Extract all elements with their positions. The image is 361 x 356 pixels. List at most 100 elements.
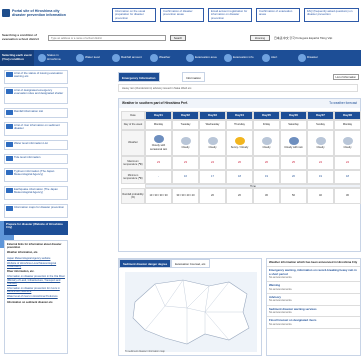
external-link[interactable]: Website of Hiroshima Local Meteorologica… (7, 262, 65, 268)
weather-min-cell: 20 (280, 170, 307, 184)
weather-min-cell: 18 (226, 170, 253, 184)
weather-day-header: Day08 (334, 111, 361, 120)
sidebar-item-rainfall[interactable]: Rainfall information List (4, 108, 68, 118)
nav-item-rainfall[interactable]: Rainfall amount (110, 50, 146, 66)
weather-max-cell: 23 (145, 156, 172, 170)
links-group-heading: Information on sediment disaster etc. (7, 300, 54, 304)
weather-forecast-link[interactable]: To weather forecast (329, 99, 357, 108)
weather-text: Cloudy (316, 145, 325, 149)
weather-pop-cell: 30 (253, 188, 280, 204)
weather-text: Cloudy with occasional rain (149, 144, 168, 151)
warning-item: Sediment disaster warning services No an… (267, 306, 360, 318)
sidebar-item-tide-level[interactable]: Tide level information (4, 154, 68, 164)
prepare-for-disaster-link[interactable]: Prepare for disaster (Website of Hiroshi… (4, 221, 68, 235)
weather-cell: Cloudy (172, 130, 199, 156)
sidebar-item-evacuation-warning[interactable]: A list of the status of issuing evacuati… (4, 70, 68, 84)
weather-day-header: Day07 (307, 111, 334, 120)
zoom-select[interactable]: Zooming (250, 35, 270, 41)
cloud-weather-icon (342, 136, 353, 145)
weather-min-cell: 16 (172, 170, 199, 184)
sidebar-item-label: Earthquake information (The Japan Meteor… (14, 187, 58, 195)
nav-item-label: Rainfall amount (121, 55, 142, 60)
search-bar: Searching a condition of evacuation scho… (0, 32, 361, 46)
list-of-information-button[interactable]: List of information (332, 74, 359, 80)
nav-item-label: Weather (159, 55, 171, 60)
weather-min-cell: 19 (253, 170, 280, 184)
sidebar-item-typhoon[interactable]: Typhoon information (The Japan Meteorolo… (4, 168, 68, 182)
sidebar-item-earthquake[interactable]: Earthquake information (The Japan Meteor… (4, 186, 68, 200)
weather-day-header: Day03 (199, 111, 226, 120)
external-link[interactable]: Information on disaster prevention for r… (7, 287, 65, 293)
map-caption-link[interactable]: To sediment disaster information map (125, 350, 165, 353)
search-button[interactable]: Search (170, 35, 186, 41)
cloud-weather-icon (207, 136, 218, 145)
nav-item-select-condition[interactable]: Selecting each event (You) condition (0, 50, 34, 66)
weather-row-label: Day of the week (121, 120, 145, 130)
weather-cell: Cloudy (334, 130, 361, 156)
weather-icon (150, 54, 158, 62)
nav-item-evacuation-area[interactable]: Evacuation area (184, 50, 220, 66)
nav-item-label: Water level (85, 55, 100, 60)
nav-item-evacuation-info[interactable]: Evacuation info (222, 50, 258, 66)
warning-item: Emergency warning, information on record… (267, 267, 360, 283)
hiroshima-map[interactable] (125, 272, 257, 352)
nav-item-label: Status in Hiroshima (47, 53, 61, 61)
shelter-icon (6, 89, 13, 94)
weather-pop-cell: 40 (307, 188, 334, 204)
warning-item: Flood forecast on designated rivers No a… (267, 317, 360, 329)
cloud-weather-icon (315, 136, 326, 145)
nav-item-label: Alert (271, 55, 278, 60)
shelter-icon (186, 54, 194, 62)
weather-dow-cell: Saturday (280, 120, 307, 130)
top-link-preparation[interactable]: Information on the usual preparation for… (112, 8, 156, 22)
weather-row-label: Minimum temperature (℃) (121, 170, 145, 184)
nav-item-label: Evacuation area (195, 55, 217, 60)
weather-day-header: Day02 (172, 111, 199, 120)
warning-status: No announcements. (269, 287, 293, 291)
weather-pop-cell: 10 / 30 / 30 / 30 (145, 188, 172, 204)
weather-text: Cloudy (181, 145, 190, 149)
weather-row: Weather Cloudy with occasional rain Cloudy… (121, 130, 361, 156)
cloud-weather-icon (180, 136, 191, 145)
search-input[interactable] (48, 35, 166, 41)
weather-dow-cell: Monday (334, 120, 361, 130)
nav-item-alert[interactable]: Alert (260, 50, 294, 66)
weather-panel: Weather in southern part of Hiroshima Pr… (118, 98, 361, 252)
sidebar-item-water-level[interactable]: Water level information List (4, 140, 68, 150)
weather-text: Cloudy (262, 145, 271, 149)
language-links[interactable]: 日本語 中文 한국 Português Español Tiếng Việt (274, 35, 332, 41)
weather-min-cell: 18 (334, 170, 361, 184)
nav-item-status[interactable]: Status in Hiroshima (36, 50, 72, 66)
emergency-alert-text[interactable]: Heavy rain (thunderstorm) advisory issue… (118, 84, 358, 92)
site-header: Portal site of Hiroshima city disaster p… (0, 0, 361, 28)
weather-row: Minimum temperature (℃) -16 17 18 19 20 19 18 (121, 170, 361, 184)
weather-panel-title: Weather in southern part of Hiroshima Pr… (119, 99, 360, 108)
site-logo[interactable]: Portal site of Hiroshima city disaster p… (2, 9, 66, 21)
external-link[interactable]: Japan Meteorological Agency website (7, 257, 65, 260)
external-link[interactable]: Information on disaster prevention in th… (7, 275, 65, 285)
nav-item-weather[interactable]: Weather (148, 50, 182, 66)
top-link-faq[interactable]: FAQ (frequently asked questions) on disa… (304, 8, 359, 22)
map-graphic (132, 279, 250, 345)
top-link-email-registration[interactable]: Email account registration for informati… (208, 8, 252, 22)
weather-cell: Cloudy (199, 130, 226, 156)
site-title: Portal site of Hiroshima city disaster p… (12, 9, 66, 17)
map-icon (38, 54, 46, 62)
sidebar-item-label: Rainfall information List (14, 109, 44, 113)
weather-pop-cell: 30 (334, 188, 361, 204)
rain-icon (112, 54, 120, 62)
tab-evacuation-counsel[interactable]: Evacuation Counsel, etc. (171, 259, 211, 268)
sidebar-item-shelters[interactable]: A list of designated emergency evacuatio… (4, 87, 68, 104)
tab-emergency-information[interactable]: Emergency Information (118, 72, 160, 82)
sidebar-item-maps[interactable]: Information maps for disaster prevention (4, 204, 68, 218)
nav-item-disaster[interactable]: Disaster (296, 50, 334, 66)
external-link[interactable]: Water level of rivers in Hiroshima Prefe… (7, 295, 65, 298)
tab-sediment-danger[interactable]: Sediment disaster danger degree (119, 259, 172, 268)
top-link-prevention-areas[interactable]: Confirmation of disaster prevention area… (160, 8, 204, 22)
sidebar-item-sediment[interactable]: A list of river information on sediment … (4, 122, 68, 136)
weather-row-label: Date (121, 111, 145, 120)
top-link-evacuation-areas[interactable]: Confirmation of evacuation areas (256, 8, 300, 22)
nav-item-water-level[interactable]: Water level (74, 50, 108, 66)
sidebar-item-label: A list of river information on sediment … (14, 123, 60, 131)
tab-information[interactable]: Information (182, 72, 206, 82)
